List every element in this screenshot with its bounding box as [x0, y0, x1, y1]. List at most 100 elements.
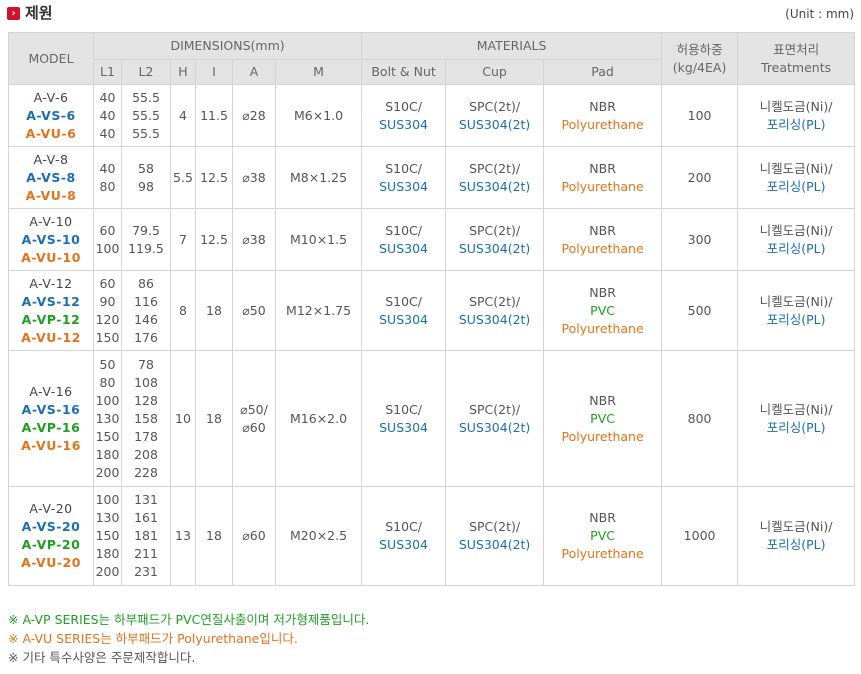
l1-cell: 40 40 40	[93, 84, 122, 147]
treatment-cell-line: 포리싱(PL)	[766, 116, 826, 132]
table-row: A-V-12 A-VS-12 A-VP-12 A-VU-12 60 90 120 150 86 1…	[8, 270, 856, 351]
l1-cell-line: 130	[95, 410, 120, 426]
pad-cell-line: NBR	[589, 510, 616, 525]
cup-cell-line: SUS304(2t)	[458, 311, 531, 327]
cup-cell-line: SUS304(2t)	[458, 240, 531, 256]
l2-cell: 131 161 181 211 231	[121, 486, 171, 586]
a-cell-line: ⌀38	[242, 231, 266, 247]
l2-cell-line: 98	[138, 178, 154, 194]
l1-cell-line: 150	[95, 428, 120, 444]
bolt-nut-cell-line: S10C/	[385, 519, 422, 534]
pad-cell-line: NBR	[589, 160, 616, 176]
model-cell-line: A-V-16	[29, 383, 73, 399]
model-cell-line: A-VU-20	[21, 555, 81, 570]
l2-cell-line: 108	[134, 374, 158, 390]
load-cell: 500	[661, 270, 739, 351]
bolt-nut-cell-line: SUS304	[379, 240, 429, 256]
treatment-cell-line: 포리싱(PL)	[766, 178, 826, 194]
treatment-cell: 니켈도금(Ni)/ 포리싱(PL)	[737, 270, 856, 351]
model-cell-line: A-VP-20	[21, 537, 81, 552]
model-cell-line: A-VS-6	[26, 107, 76, 123]
pad-cell-line: Polyurethane	[561, 116, 644, 132]
treatment-cell: 니켈도금(Ni)/ 포리싱(PL)	[737, 486, 856, 586]
cup-cell-line: SPC(2t)/	[469, 160, 521, 176]
pad-cell: NBR PVC Polyurethane	[543, 270, 663, 351]
pad-cell-line: Polyurethane	[561, 320, 644, 336]
l1-cell-line: 90	[99, 293, 116, 309]
l1-cell-line: 80	[99, 178, 116, 194]
cup-cell-line: SPC(2t)/	[469, 401, 521, 417]
bolt-nut-cell-line: SUS304	[379, 537, 429, 552]
l1-cell-line: 80	[99, 374, 116, 390]
l2-cell-line: 158	[134, 410, 158, 426]
pad-cell-line: Polyurethane	[561, 240, 644, 256]
h-cell: 10	[170, 350, 196, 487]
bolt-nut-cell: S10C/SUS304	[361, 486, 447, 586]
l2-cell-line: 176	[134, 329, 158, 345]
pad-cell-line: Polyurethane	[561, 428, 644, 444]
pad-cell-line: PVC	[590, 410, 615, 426]
model-cell: A-V-12 A-VS-12 A-VP-12 A-VU-12	[8, 270, 94, 351]
l2-cell-line: 228	[134, 464, 158, 480]
pad-cell-line: NBR	[589, 392, 616, 408]
model-cell-line: A-VP-16	[21, 419, 81, 435]
header-bolt-nut: Bolt & Nut	[361, 59, 447, 85]
l1-cell-line: 100	[95, 492, 120, 507]
bolt-nut-cell: S10C/SUS304	[361, 84, 447, 147]
a-cell: ⌀50/ ⌀60	[232, 350, 276, 487]
bolt-nut-cell-line: SUS304	[379, 311, 429, 327]
l1-cell-line: 40	[99, 125, 116, 141]
cup-cell: SPC(2t)/ SUS304(2t)	[445, 208, 545, 271]
model-cell-line: A-V-12	[29, 275, 73, 291]
load-cell: 800	[661, 350, 739, 487]
model-cell-line: A-VU-12	[21, 329, 81, 345]
cup-cell-line: SUS304(2t)	[458, 537, 531, 552]
l2-cell: 79.5 119.5	[121, 208, 171, 271]
l2-cell-line: 116	[134, 293, 158, 309]
l2-cell: 78 108 128 158 178 208 228	[121, 350, 171, 487]
bolt-nut-cell-line: S10C/	[385, 98, 422, 114]
pad-cell-line: Polyurethane	[561, 546, 644, 561]
l2-cell-line: 231	[134, 564, 158, 579]
l1-cell-line: 50	[99, 356, 116, 372]
model-cell-line: A-VS-8	[26, 169, 76, 185]
treatment-cell-line: 니켈도금(Ni)/	[759, 293, 833, 309]
header-materials: MATERIALS	[361, 32, 663, 60]
l1-cell: 60 100	[93, 208, 122, 271]
treatment-cell-line: 포리싱(PL)	[766, 240, 826, 256]
cup-cell: SPC(2t)/ SUS304(2t)	[445, 486, 545, 586]
header-dimensions: DIMENSIONS(mm)	[92, 32, 363, 60]
l2-cell-line: 58	[138, 160, 154, 176]
cup-cell: SPC(2t)/ SUS304(2t)	[445, 146, 545, 209]
l1-cell-line: 60	[99, 222, 116, 238]
a-cell-line: ⌀50/	[240, 401, 268, 417]
treatment-cell-line: 니켈도금(Ni)/	[759, 401, 833, 417]
pad-cell: NBR Polyurethane	[543, 84, 663, 147]
bolt-nut-cell: S10C/SUS304	[361, 208, 447, 271]
note-line: ※ 기타 특수사양은 주문제작합니다.	[8, 650, 196, 665]
model-cell-line: A-V-6	[33, 89, 69, 105]
arrow-right-icon: ›	[7, 7, 20, 20]
l1-cell-line: 40	[99, 160, 116, 176]
pad-cell: NBR PVC Polyurethane	[543, 486, 663, 586]
model-cell: A-V-20 A-VS-20 A-VP-20 A-VU-20	[8, 486, 94, 586]
h-cell: 4	[170, 84, 196, 147]
pad-cell: NBR Polyurethane	[543, 208, 663, 271]
spec-table: MODEL DIMENSIONS(mm) MATERIALS 허용하중 (kg/…	[8, 32, 856, 586]
pad-cell: NBR PVC Polyurethane	[543, 350, 663, 487]
a-cell: ⌀60	[232, 486, 276, 586]
model-cell: A-V-8 A-VS-8 A-VU-8	[8, 146, 94, 209]
l2-cell: 58 98	[121, 146, 171, 209]
note-line: ※ A-VU SERIES는 하부패드가 Polyurethane입니다.	[8, 631, 298, 646]
bolt-nut-cell-line: SUS304	[379, 116, 429, 132]
l1-cell: 50 80 100 130 150 180 200	[93, 350, 122, 487]
model-cell-line: A-VS-16	[21, 401, 81, 417]
model-cell: A-V-10 A-VS-10 A-VU-10	[8, 208, 94, 271]
h-cell: 7	[170, 208, 196, 271]
pad-cell-line: Polyurethane	[561, 178, 644, 194]
spec-table-body: A-V-6 A-VS-6 A-VU-6 40 40 40 55.5 55.5 55.5 4 11.5…	[8, 84, 856, 586]
l1-cell-line: 180	[95, 546, 120, 561]
model-cell-line: A-VU-16	[21, 437, 81, 453]
l2-cell-line: 131	[134, 492, 158, 507]
treatment-cell: 니켈도금(Ni)/ 포리싱(PL)	[737, 84, 856, 147]
